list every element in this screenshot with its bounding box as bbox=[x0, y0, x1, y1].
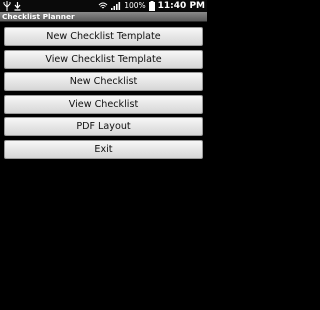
main-menu: New Checklist Template View Checklist Te… bbox=[4, 27, 203, 162]
clock: 11:40 PM bbox=[157, 1, 205, 11]
notification-icons bbox=[3, 1, 21, 11]
exit-button[interactable]: Exit bbox=[4, 139, 203, 159]
view-checklist-template-button[interactable]: View Checklist Template bbox=[4, 49, 203, 69]
view-checklist-button[interactable]: View Checklist bbox=[4, 94, 203, 114]
battery-icon bbox=[148, 1, 155, 11]
new-checklist-template-button[interactable]: New Checklist Template bbox=[4, 27, 203, 46]
status-bar: 100% 11:40 PM bbox=[0, 0, 207, 12]
pdf-layout-button[interactable]: PDF Layout bbox=[4, 117, 203, 136]
wifi-icon bbox=[98, 2, 108, 9]
download-icon bbox=[14, 2, 21, 11]
app-title-bar: Checklist Planner bbox=[0, 12, 207, 22]
signal-icon bbox=[111, 2, 121, 10]
new-checklist-button[interactable]: New Checklist bbox=[4, 72, 203, 91]
app-title: Checklist Planner bbox=[2, 12, 75, 21]
usb-icon bbox=[3, 1, 11, 11]
battery-percent: 100% bbox=[124, 1, 146, 10]
